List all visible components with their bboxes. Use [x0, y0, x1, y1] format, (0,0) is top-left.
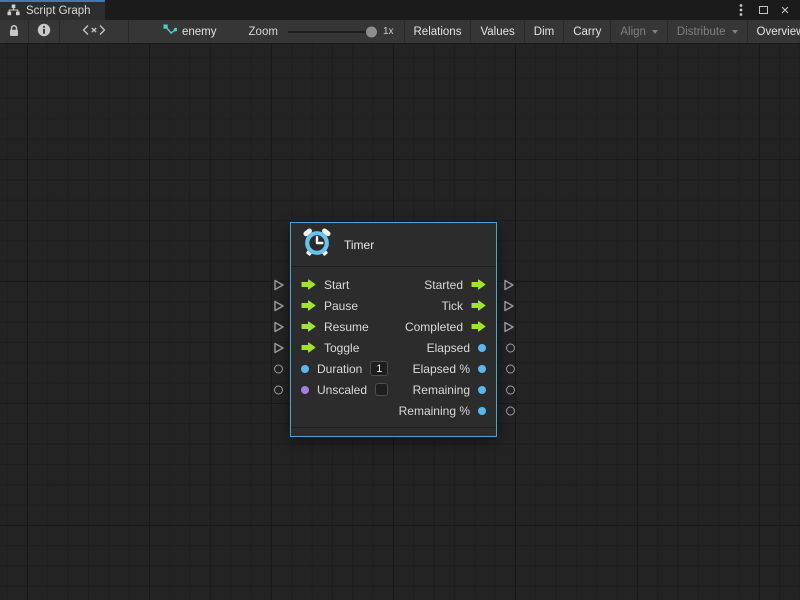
- alarm-clock-icon: [302, 227, 332, 262]
- lock-button[interactable]: [0, 20, 29, 43]
- value-port-icon: [478, 386, 486, 394]
- tab-title: Script Graph: [26, 5, 91, 17]
- port-row: Duration Elapsed %: [291, 358, 496, 379]
- relations-button[interactable]: Relations: [405, 20, 472, 43]
- port-row: Start Started: [291, 274, 496, 295]
- chevron-down-icon: [652, 30, 658, 34]
- value-output-connector[interactable]: [506, 406, 515, 415]
- carry-button[interactable]: Carry: [564, 20, 611, 43]
- timer-node-header[interactable]: Timer: [291, 223, 496, 267]
- port-elapsed[interactable]: Elapsed: [427, 341, 486, 355]
- port-elapsed-percent[interactable]: Elapsed %: [413, 362, 486, 376]
- code-icon: [82, 24, 106, 39]
- port-completed[interactable]: Completed: [405, 320, 486, 334]
- value-port-icon: [301, 365, 309, 373]
- control-input-connector[interactable]: [273, 341, 285, 354]
- port-row: Toggle Elapsed: [291, 337, 496, 358]
- port-unscaled[interactable]: Unscaled: [301, 383, 388, 397]
- distribute-dropdown[interactable]: Distribute: [668, 20, 748, 43]
- port-row: Pause Tick: [291, 295, 496, 316]
- value-port-icon: [478, 407, 486, 415]
- duration-input[interactable]: [370, 361, 388, 376]
- close-icon[interactable]: ×: [776, 1, 794, 19]
- zoom-label: Zoom: [249, 26, 278, 38]
- control-input-connector[interactable]: [273, 320, 285, 333]
- port-remaining[interactable]: Remaining: [413, 383, 486, 397]
- value-output-connector[interactable]: [506, 385, 515, 394]
- timer-node-body: Start Started: [291, 267, 496, 427]
- tab-script-graph[interactable]: Script Graph: [0, 0, 105, 20]
- zoom-value: 1x: [383, 26, 394, 37]
- port-duration[interactable]: Duration: [301, 361, 388, 376]
- control-arrow-icon: [301, 300, 316, 311]
- port-row: Remaining %: [291, 400, 496, 421]
- port-started[interactable]: Started: [424, 278, 486, 292]
- value-output-connector[interactable]: [506, 343, 515, 352]
- port-toggle[interactable]: Toggle: [301, 341, 359, 355]
- port-row: Resume Completed: [291, 316, 496, 337]
- control-arrow-icon: [301, 321, 316, 332]
- control-input-connector[interactable]: [273, 278, 285, 291]
- script-graph-window: Script Graph ×: [0, 0, 800, 600]
- maximize-icon[interactable]: [754, 1, 772, 19]
- value-port-icon: [478, 365, 486, 373]
- control-arrow-icon: [471, 279, 486, 290]
- zoom-slider-handle[interactable]: [366, 26, 377, 37]
- lock-icon: [8, 24, 20, 40]
- align-dropdown[interactable]: Align: [611, 20, 668, 43]
- values-button[interactable]: Values: [471, 20, 524, 43]
- chevron-down-icon: [732, 30, 738, 34]
- value-input-connector[interactable]: [274, 364, 283, 373]
- info-icon: [37, 23, 51, 40]
- port-pause[interactable]: Pause: [301, 299, 358, 313]
- control-arrow-icon: [471, 300, 486, 311]
- control-output-connector[interactable]: [503, 299, 515, 312]
- toolbar-right-group: Relations Values Dim Carry Align Distrib…: [405, 20, 800, 43]
- graph-toolbar: enemy Zoom 1x Relations Values Dim Carry…: [0, 20, 800, 44]
- port-start[interactable]: Start: [301, 278, 349, 292]
- breadcrumb[interactable]: enemy: [155, 20, 225, 43]
- overview-button[interactable]: Overview: [748, 20, 800, 43]
- node-footer: [291, 427, 496, 436]
- value-port-icon: [478, 344, 486, 352]
- zoom-slider[interactable]: [288, 31, 376, 33]
- control-arrow-icon: [471, 321, 486, 332]
- code-view-button[interactable]: [60, 20, 129, 43]
- dim-button[interactable]: Dim: [525, 20, 564, 43]
- graph-canvas[interactable]: Timer Start Started: [0, 44, 800, 600]
- breadcrumb-label: enemy: [182, 26, 217, 38]
- value-port-icon: [301, 386, 309, 394]
- control-input-connector[interactable]: [273, 299, 285, 312]
- info-button[interactable]: [29, 20, 60, 43]
- unscaled-checkbox[interactable]: [375, 383, 388, 396]
- timer-node[interactable]: Timer Start Started: [290, 222, 497, 437]
- control-output-connector[interactable]: [503, 278, 515, 291]
- control-arrow-icon: [301, 342, 316, 353]
- node-title: Timer: [344, 238, 374, 252]
- graph-hierarchy-icon: [7, 4, 20, 19]
- zoom-control: Zoom 1x: [249, 20, 405, 43]
- window-controls: ×: [732, 0, 800, 20]
- value-input-connector[interactable]: [274, 385, 283, 394]
- tab-bar: Script Graph ×: [0, 0, 800, 20]
- port-remaining-percent[interactable]: Remaining %: [399, 404, 486, 418]
- port-resume[interactable]: Resume: [301, 320, 369, 334]
- control-output-connector[interactable]: [503, 320, 515, 333]
- control-arrow-icon: [301, 279, 316, 290]
- port-tick[interactable]: Tick: [441, 299, 486, 313]
- value-output-connector[interactable]: [506, 364, 515, 373]
- window-menu-icon[interactable]: [732, 1, 750, 19]
- port-row: Unscaled Remaining: [291, 379, 496, 400]
- graph-asset-icon: [163, 24, 177, 39]
